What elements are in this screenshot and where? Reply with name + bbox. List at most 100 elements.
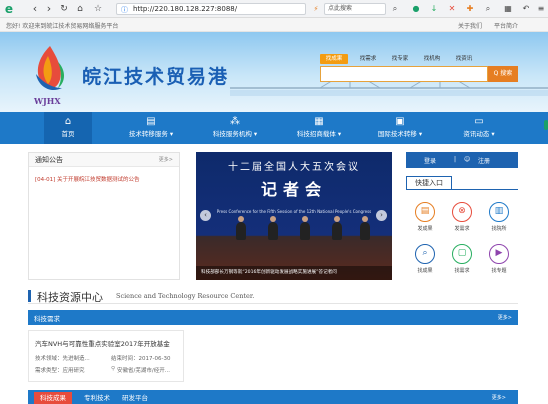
demand-label[interactable]: 科技需求 bbox=[34, 313, 60, 323]
notice-header: 通知公告 更多> bbox=[29, 153, 179, 167]
location-icon: ⚲ bbox=[111, 366, 116, 372]
quick-label: 找专题 bbox=[491, 268, 507, 274]
publish-result-icon: ▤ bbox=[415, 202, 435, 222]
refresh-icon[interactable]: ↻ bbox=[58, 2, 70, 16]
speaker-figure bbox=[360, 216, 370, 240]
site-header: WJHX 皖江技术贸易港 找成果 找需求 找专家 找机构 找资讯 Q 搜索 bbox=[0, 32, 548, 112]
banner-subtitle: Press Conference for the Fifth Session o… bbox=[216, 209, 372, 214]
browser-search-input[interactable]: 点此搜索 bbox=[324, 3, 386, 15]
demand-more-link[interactable]: 更多> bbox=[498, 314, 512, 321]
banner-next-icon[interactable]: › bbox=[376, 210, 387, 221]
quick-label: 发成果 bbox=[417, 226, 433, 232]
search-tab-experts[interactable]: 找专家 bbox=[386, 54, 414, 64]
search-button[interactable]: Q 搜索 bbox=[488, 66, 518, 82]
close-tab-icon[interactable]: ✕ bbox=[446, 2, 458, 16]
tab-results[interactable]: 科技成果 bbox=[34, 392, 72, 404]
intro-link[interactable]: 平台简介 bbox=[494, 21, 518, 30]
news-banner[interactable]: 十二届全国人大五次会议 记者会 Press Conference for the… bbox=[196, 152, 392, 280]
speaker-figure bbox=[268, 216, 278, 240]
address-bar[interactable]: ⓘ http://220.180.128.227:8088/ bbox=[116, 3, 306, 15]
card-type: 需求类型：应用研究 bbox=[35, 368, 85, 374]
notice-panel: 通知公告 更多> [04-01] 关于开展皖江技贸数据测试的公告 bbox=[28, 152, 180, 280]
search-tab-results[interactable]: 找成果 bbox=[320, 54, 348, 64]
search-tab-institutions[interactable]: 找机构 bbox=[418, 54, 446, 64]
side-scroll-indicator[interactable] bbox=[544, 120, 548, 130]
login-link[interactable]: 登录 bbox=[424, 156, 436, 165]
banner-headline: 十二届全国人大五次会议 bbox=[228, 162, 360, 173]
notice-item[interactable]: [04-01] 关于开展皖江技贸数据测试的公告 bbox=[35, 175, 140, 183]
back-icon[interactable]: ‹ bbox=[30, 2, 40, 16]
quick-label: 找成果 bbox=[417, 268, 433, 274]
banner-main: 记者会 bbox=[260, 180, 327, 199]
quick-publish-demand[interactable]: ⊗ 发需求 bbox=[447, 202, 477, 238]
site-logo-icon bbox=[36, 46, 64, 91]
section-title-zh: 科技资源中心 bbox=[37, 291, 103, 304]
quick-find-institute[interactable]: ▥ 找院所 bbox=[484, 202, 514, 238]
tab-patents[interactable]: 专利技术 bbox=[78, 392, 116, 404]
nav-home[interactable]: ⌂ 首页 bbox=[44, 112, 92, 144]
nav-carriers[interactable]: ▦ 科技招商载体 ▾ bbox=[284, 112, 354, 144]
search-tab-news[interactable]: 找资讯 bbox=[450, 54, 478, 64]
user-icon: ☺ bbox=[464, 156, 471, 163]
demand-card[interactable]: 汽车NVH与可靠性重点实验室2017年开放基金 技术领域：先进制造... 结束时… bbox=[28, 330, 184, 382]
shield-icon[interactable]: ● bbox=[410, 2, 422, 16]
user-quick-panel: 登录 | ☺ 注册 快捷入口 ▤ 发成果 ⊗ 发需求 ▥ 找院所 ⌕ 找成果 ▢… bbox=[406, 152, 518, 280]
address-text: http://220.180.128.227:8088/ bbox=[133, 5, 238, 13]
translate-icon[interactable]: ✚ bbox=[464, 2, 476, 16]
nav-service-institutions[interactable]: ⁂ 科技服务机构 ▾ bbox=[200, 112, 270, 144]
banner-prev-icon[interactable]: ‹ bbox=[200, 210, 211, 221]
nav-label: 科技招商载体 ▾ bbox=[296, 130, 342, 138]
star-icon[interactable]: ☆ bbox=[92, 2, 104, 16]
forward-icon[interactable]: › bbox=[44, 2, 54, 16]
quick-label: 发需求 bbox=[454, 226, 470, 232]
grid-icon[interactable]: ▦ bbox=[502, 2, 514, 16]
card-deadline: 结束时间：2017-06-30 bbox=[111, 356, 171, 362]
nav-tech-transfer[interactable]: ▤ 技术转移服务 ▾ bbox=[116, 112, 186, 144]
transfer-icon: ▣ bbox=[395, 116, 405, 127]
search-icon[interactable]: ⌕ bbox=[390, 2, 400, 16]
divider: | bbox=[454, 156, 457, 163]
divider bbox=[452, 189, 518, 190]
main-nav: ⌂ 首页 ▤ 技术转移服务 ▾ ⁂ 科技服务机构 ▾ ▦ 科技招商载体 ▾ ▣ … bbox=[0, 112, 548, 144]
nav-label: 首页 bbox=[61, 130, 75, 138]
tab-platforms[interactable]: 研发平台 bbox=[116, 392, 154, 404]
resource-more-link[interactable]: 更多> bbox=[486, 392, 512, 404]
home-icon: ⌂ bbox=[64, 116, 72, 127]
nav-international[interactable]: ▣ 国际技术转移 ▾ bbox=[362, 112, 438, 144]
download-icon[interactable]: ↓ bbox=[428, 2, 440, 16]
welcome-text: 您好! 欢迎来到皖江技术贸易网络服务平台 bbox=[6, 23, 119, 30]
about-link[interactable]: 关于我们 bbox=[458, 21, 482, 30]
home-icon[interactable]: ⌂ bbox=[74, 2, 86, 16]
card-title[interactable]: 汽车NVH与可靠性重点实验室2017年开放基金 bbox=[35, 338, 170, 348]
quick-find-demand[interactable]: ▢ 找需求 bbox=[447, 244, 477, 280]
demand-bar: 科技需求 更多> bbox=[28, 310, 518, 325]
page-info-icon: ⓘ bbox=[121, 6, 128, 14]
quick-publish-result[interactable]: ▤ 发成果 bbox=[410, 202, 440, 238]
undo-icon[interactable]: ↶ bbox=[520, 2, 532, 16]
search-tab-demands[interactable]: 找需求 bbox=[354, 54, 382, 64]
find-icon[interactable]: ⌕ bbox=[482, 2, 494, 16]
quick-entry: 快捷入口 ▤ 发成果 ⊗ 发需求 ▥ 找院所 ⌕ 找成果 ▢ 找需求 ▶ 找专题 bbox=[406, 176, 518, 280]
quick-label: 找需求 bbox=[454, 268, 470, 274]
browser-logo-icon[interactable]: e bbox=[2, 2, 16, 16]
menu-icon[interactable]: ≡ bbox=[536, 2, 546, 16]
site-search-input[interactable] bbox=[320, 66, 488, 82]
nav-news[interactable]: ▭ 资讯动态 ▾ bbox=[448, 112, 510, 144]
register-link[interactable]: 注册 bbox=[478, 156, 490, 165]
find-demand-icon: ▢ bbox=[452, 244, 472, 264]
publish-demand-icon: ⊗ bbox=[452, 202, 472, 222]
nav-label: 国际技术转移 ▾ bbox=[377, 130, 423, 138]
quick-label: 找院所 bbox=[491, 226, 507, 232]
card-field: 技术领域：先进制造... bbox=[35, 356, 90, 362]
ext-icon[interactable]: ⚡ bbox=[310, 2, 322, 16]
quick-find-topic[interactable]: ▶ 找专题 bbox=[484, 244, 514, 280]
notice-more-link[interactable]: 更多> bbox=[159, 156, 173, 163]
speaker-figure bbox=[300, 216, 310, 240]
quick-find-result[interactable]: ⌕ 找成果 bbox=[410, 244, 440, 280]
notice-title: 通知公告 bbox=[35, 156, 63, 164]
nav-label: 技术转移服务 ▾ bbox=[128, 130, 174, 138]
institute-icon: ▥ bbox=[489, 202, 509, 222]
find-result-icon: ⌕ bbox=[415, 244, 435, 264]
news-icon: ▭ bbox=[474, 116, 484, 127]
quick-title: 快捷入口 bbox=[406, 176, 452, 190]
